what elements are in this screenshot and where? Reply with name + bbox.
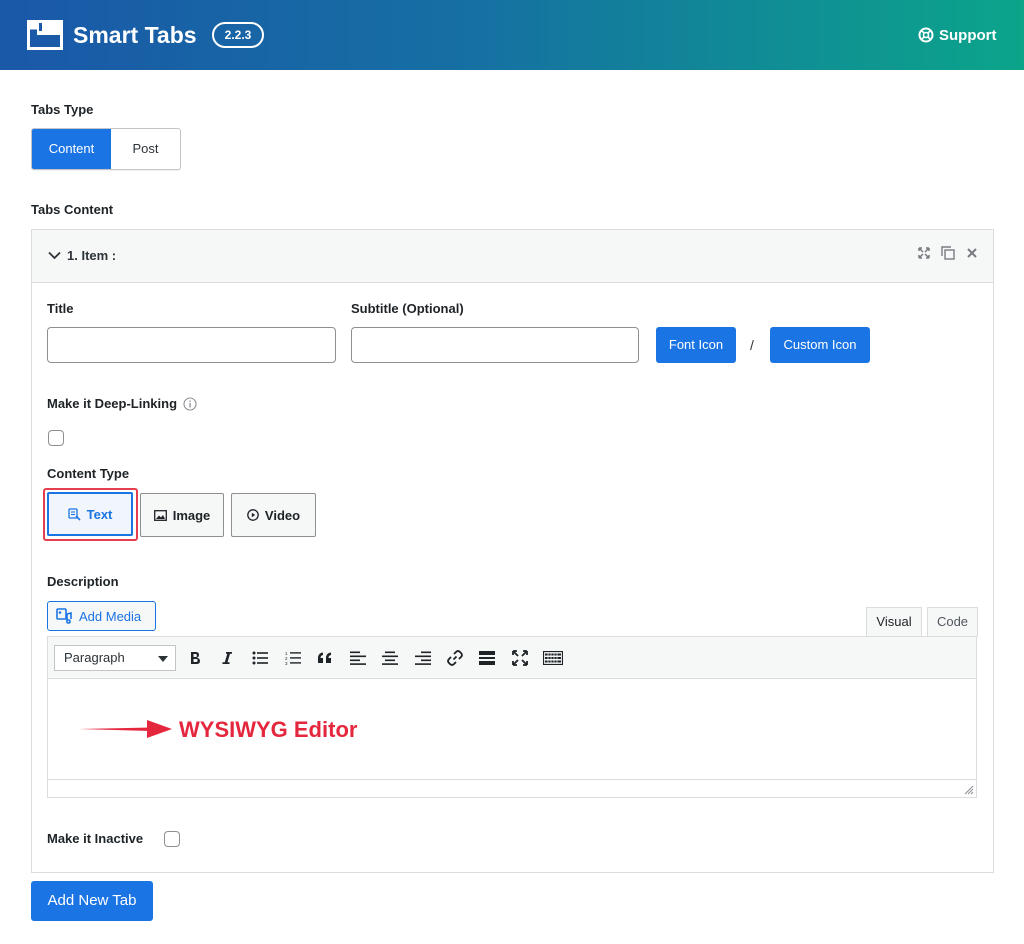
icon-separator: / xyxy=(750,337,754,353)
chevron-down-icon[interactable] xyxy=(48,251,61,260)
fullscreen-icon xyxy=(512,650,528,666)
content-type-text-button[interactable]: Text xyxy=(47,492,133,536)
subtitle-label: Subtitle (Optional) xyxy=(351,301,464,316)
insert-link-button[interactable] xyxy=(445,648,465,668)
format-select-value: Paragraph xyxy=(64,650,125,665)
tab-item-header[interactable]: 1. Item : xyxy=(32,230,993,283)
close-icon[interactable] xyxy=(965,246,979,260)
bulleted-list-button[interactable] xyxy=(250,648,270,668)
image-icon xyxy=(153,509,167,521)
title-input[interactable] xyxy=(47,327,336,363)
deep-linking-label: Make it Deep-Linking xyxy=(47,396,178,411)
support-label: Support xyxy=(939,26,997,44)
deep-linking-checkbox[interactable] xyxy=(48,430,64,446)
deep-linking-label-wrap: Make it Deep-Linking xyxy=(47,396,197,411)
numbered-list-icon: 1 2 3 xyxy=(285,651,301,665)
tabs-type-content-button[interactable]: Content xyxy=(32,129,111,169)
tabs-type-post-button[interactable]: Post xyxy=(111,129,180,169)
version-badge: 2.2.3 xyxy=(212,22,264,48)
make-inactive-checkbox[interactable] xyxy=(164,831,180,847)
numbered-list-button[interactable]: 1 2 3 xyxy=(283,648,303,668)
resize-handle-icon[interactable] xyxy=(964,785,974,795)
smart-tabs-logo-icon xyxy=(27,20,63,50)
svg-text:3: 3 xyxy=(285,661,288,665)
add-new-tab-button[interactable]: Add New Tab xyxy=(31,881,153,921)
tab-item-panel: 1. Item : Title Subtitle (Optional) Font… xyxy=(31,229,994,873)
app-title: Smart Tabs xyxy=(73,22,197,48)
chevron-down-icon xyxy=(158,656,168,662)
duplicate-icon[interactable] xyxy=(941,246,955,260)
add-media-icon xyxy=(56,608,72,624)
tabs-content-label: Tabs Content xyxy=(31,202,114,217)
arrow-right-icon xyxy=(79,720,172,738)
align-right-icon xyxy=(415,651,431,665)
format-select[interactable]: Paragraph xyxy=(54,645,176,671)
content-type-text-label: Text xyxy=(86,506,113,522)
keyboard-icon xyxy=(543,651,563,665)
read-more-button[interactable] xyxy=(477,648,497,668)
align-center-button[interactable] xyxy=(380,648,400,668)
italic-icon xyxy=(222,652,232,664)
font-icon-button[interactable]: Font Icon xyxy=(656,327,736,363)
bold-button[interactable] xyxy=(185,648,205,668)
align-left-button[interactable] xyxy=(348,648,368,668)
support-link[interactable]: Support xyxy=(918,24,997,46)
title-label: Title xyxy=(47,301,74,316)
text-icon xyxy=(67,507,81,521)
content-type-image-button[interactable]: Image xyxy=(140,493,224,537)
content-type-image-label: Image xyxy=(172,507,211,523)
editor-content-area[interactable]: WYSIWYG Editor xyxy=(48,679,976,779)
editor-toolbar: Paragraph 1 2 3 xyxy=(48,637,976,679)
video-icon xyxy=(247,509,259,521)
wysiwyg-editor: Paragraph 1 2 3 WYSIWYG Editor xyxy=(47,636,977,798)
description-label: Description xyxy=(47,574,119,589)
content-type-video-label: Video xyxy=(264,507,301,523)
sort-arrows-icon[interactable] xyxy=(917,246,931,260)
lifebuoy-icon xyxy=(918,27,934,43)
tabs-type-toggle: Content Post xyxy=(31,128,181,170)
align-center-icon xyxy=(382,651,398,665)
subtitle-input[interactable] xyxy=(351,327,639,363)
editor-tab-code[interactable]: Code xyxy=(927,607,978,637)
add-media-button[interactable]: Add Media xyxy=(47,601,156,631)
tab-item-actions xyxy=(917,246,979,260)
fullscreen-button[interactable] xyxy=(510,648,530,668)
custom-icon-button[interactable]: Custom Icon xyxy=(770,327,870,363)
toolbar-toggle-button[interactable] xyxy=(542,648,564,668)
page-content: Tabs Type Content Post Tabs Content 1. I… xyxy=(0,70,1024,944)
tab-item-title: 1. Item : xyxy=(67,248,117,263)
italic-button[interactable] xyxy=(217,648,237,668)
align-right-button[interactable] xyxy=(413,648,433,668)
bulleted-list-icon xyxy=(252,651,268,665)
read-more-icon xyxy=(479,651,495,665)
bold-icon xyxy=(191,652,200,664)
editor-annotation: WYSIWYG Editor xyxy=(179,717,358,742)
editor-statusbar xyxy=(48,779,976,797)
tabs-type-label: Tabs Type xyxy=(31,102,94,117)
info-icon[interactable] xyxy=(183,396,197,411)
add-media-label: Add Media xyxy=(79,608,142,624)
content-type-video-button[interactable]: Video xyxy=(231,493,316,537)
blockquote-icon xyxy=(318,652,331,663)
link-icon xyxy=(447,650,463,666)
content-type-label: Content Type xyxy=(47,466,130,481)
align-left-icon xyxy=(350,651,366,665)
app-header: Smart Tabs 2.2.3 Support xyxy=(0,0,1024,70)
tab-item-title-wrap: 1. Item : xyxy=(48,248,116,263)
make-inactive-label: Make it Inactive xyxy=(47,831,144,846)
editor-tab-visual[interactable]: Visual xyxy=(866,607,922,637)
blockquote-button[interactable] xyxy=(315,648,335,668)
